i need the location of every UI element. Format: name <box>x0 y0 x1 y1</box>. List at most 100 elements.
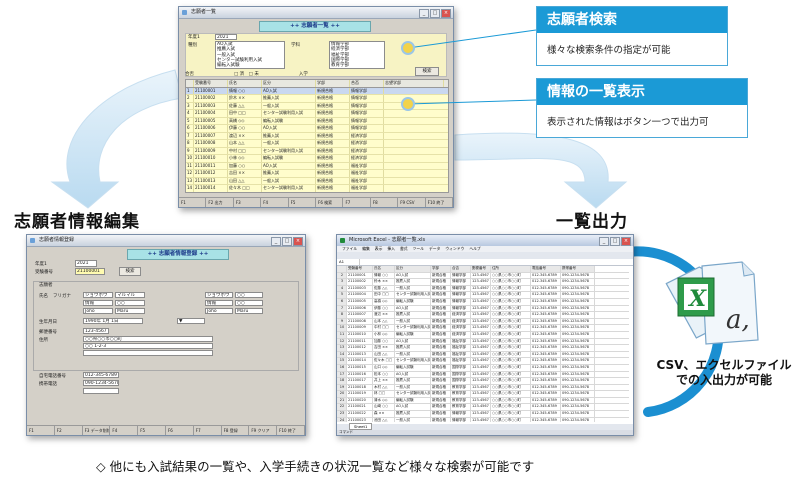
sheet-cell[interactable]: 090-1234-5678 <box>561 384 595 391</box>
sheet-cell[interactable]: ○○県○○市○○町 <box>491 358 531 364</box>
sheet-cell[interactable]: 090-1234-5678 <box>561 378 595 384</box>
fkey-button[interactable]: F7 <box>194 426 222 435</box>
menu-item[interactable]: 表示 <box>375 246 383 251</box>
sheet-cell[interactable]: 推薦入試 <box>395 345 431 351</box>
row-number[interactable]: 14 <box>337 351 347 358</box>
close-button[interactable]: × <box>621 237 631 246</box>
sheet-cell[interactable]: 情報学部 <box>451 417 471 422</box>
sheet-cell[interactable]: ○○県○○市○○町 <box>491 285 531 292</box>
row-number[interactable]: 7 <box>337 305 347 312</box>
row-number[interactable]: 10 <box>337 325 347 331</box>
sheet-cell[interactable]: 21100021 <box>347 404 373 411</box>
birth-field[interactable]: 1990年 1月 1日 <box>83 318 143 324</box>
fkey-button[interactable]: F5 <box>138 426 166 435</box>
sheet-cell[interactable]: センター試験利用入試 <box>395 391 431 397</box>
sheet-cell[interactable]: 012-345-6789 <box>531 312 561 318</box>
sheet-row[interactable]: 17 21100016 松本 ○○ AO入試 新規合格 国際学部 123-4567 ○○県○○… <box>337 371 629 379</box>
sheet-cell[interactable]: 編転入試験 <box>395 331 431 338</box>
sheet-cell[interactable]: ○○県○○市○○町 <box>491 272 531 279</box>
sheet-cell[interactable]: 推薦入試 <box>395 279 431 285</box>
sheet-cell[interactable]: AO入試 <box>395 338 431 345</box>
sheet-row[interactable]: 14 21100013 山田 △△ 一般入試 新規合格 福祉学部 123-4567 ○○県○○… <box>337 351 629 359</box>
sheet-tab[interactable]: Sheet1 <box>349 423 373 430</box>
sheet-cell[interactable]: 012-345-6789 <box>531 391 561 397</box>
sheet-cell[interactable]: 090-1234-5678 <box>561 285 595 292</box>
column-header[interactable]: 住所 <box>491 266 531 272</box>
sheet-row[interactable]: 8 21100007 渡辺 ×× 推薦入試 新規合格 経済学部 123-4567 ○○県○○市… <box>337 312 629 319</box>
sheet-cell[interactable]: 012-345-6789 <box>531 404 561 411</box>
sheet-row[interactable]: 6 21100005 高橋 ◇◇ 編転入試験 新規合格 情報学部 123-4567 ○○県○○… <box>337 298 629 306</box>
sheet-cell[interactable]: 新規合格 <box>431 417 451 422</box>
sheet-cell[interactable]: 林 □□ <box>373 391 395 397</box>
column-header[interactable]: 区分 <box>395 266 431 272</box>
sheet-cell[interactable]: 21100023 <box>347 417 373 422</box>
minimize-button[interactable]: _ <box>271 237 281 246</box>
fkey-button[interactable]: F6 <box>166 426 194 435</box>
sheet-cell[interactable]: 田中 □□ <box>373 292 395 298</box>
sheet-cell[interactable]: 21100015 <box>347 364 373 371</box>
sheet-row[interactable]: 9 21100008 山本 △△ 一般入試 新規合格 経済学部 123-4567 ○○県○○市… <box>337 318 629 326</box>
sheet-cell[interactable]: 21100010 <box>347 331 373 338</box>
sheet-cell[interactable]: ○○県○○市○○町 <box>491 318 531 325</box>
mobile-field[interactable]: 090-1234-5678 <box>83 380 119 386</box>
sheet-row[interactable]: 5 21100004 田中 □□ センター試験利用入試 新規合格 情報学部 123-4567… <box>337 292 629 299</box>
menu-item[interactable]: ヘルプ <box>469 246 480 251</box>
sheet-cell[interactable]: 090-1234-5678 <box>561 272 595 279</box>
sheet-cell[interactable]: 経済学部 <box>451 331 471 338</box>
sheet-cell[interactable]: 新規合格 <box>431 338 451 345</box>
guardian-kana2-field[interactable]: ○○ <box>235 292 263 298</box>
row-number[interactable]: 12 <box>337 338 347 345</box>
sheet-row[interactable]: 2 21100001 情報 ○○ AO入試 新規合格 情報学部 123-4567 ○○県○○市… <box>337 272 629 280</box>
sheet-cell[interactable]: 21100002 <box>347 279 373 285</box>
fkey-button[interactable]: F4 <box>110 426 139 435</box>
sheet-row[interactable]: 10 21100009 中村 □□ センター試験利用入試 新規合格 経済学部 123-456… <box>337 325 629 332</box>
sheet-cell[interactable]: 中村 □□ <box>373 325 395 331</box>
sheet-cell[interactable]: 123-4567 <box>471 298 491 305</box>
minimize-button[interactable]: _ <box>599 237 609 246</box>
sheet-cell[interactable]: 123-4567 <box>471 378 491 384</box>
given-kana-field[interactable]: マルマル <box>115 292 145 298</box>
sheet-cell[interactable]: 123-4567 <box>471 397 491 404</box>
sheet-cell[interactable]: 教育学部 <box>451 391 471 397</box>
sheet-cell[interactable]: AO入試 <box>395 371 431 378</box>
sheet-cell[interactable]: ○○県○○市○○町 <box>491 417 531 422</box>
sheet-cell[interactable]: 012-345-6789 <box>531 371 561 378</box>
sheet-cell[interactable]: 新規合格 <box>431 391 451 397</box>
sheet-cell[interactable]: 新規合格 <box>431 298 451 305</box>
sheet-cell[interactable]: 一般入試 <box>395 318 431 325</box>
close-button[interactable]: × <box>293 237 303 246</box>
sheet-row[interactable]: 13 21100012 吉田 ×× 推薦入試 新規合格 福祉学部 123-4567 ○○県○○… <box>337 345 629 352</box>
sheet-cell[interactable]: ○○県○○市○○町 <box>491 391 531 397</box>
sheet-cell[interactable]: 情報学部 <box>451 292 471 298</box>
sheet-cell[interactable]: 編転入試験 <box>395 364 431 371</box>
row-number[interactable]: 2 <box>337 272 347 279</box>
sheet-row[interactable]: 15 21100014 佐々木 □□ センター試験利用入試 新規合格 福祉学部 123-45… <box>337 358 629 365</box>
sheet-cell[interactable]: 123-4567 <box>471 345 491 351</box>
sheet-cell[interactable]: ○○県○○市○○町 <box>491 279 531 285</box>
sheet-cell[interactable]: 090-1234-5678 <box>561 391 595 397</box>
sheet-row[interactable]: 20 21100019 林 □□ センター試験利用入試 新規合格 教育学部 123-4567… <box>337 391 629 398</box>
sheet-cell[interactable]: 090-1234-5678 <box>561 411 595 417</box>
sheet-cell[interactable]: 123-4567 <box>471 272 491 279</box>
sheet-cell[interactable]: 新規合格 <box>431 384 451 391</box>
sheet-cell[interactable]: 123-4567 <box>471 404 491 411</box>
sheet-cell[interactable]: 新規合格 <box>431 371 451 378</box>
row-number[interactable]: 6 <box>337 298 347 305</box>
sheet-cell[interactable]: 山田 △△ <box>373 351 395 358</box>
sheet-cell[interactable]: 123-4567 <box>471 391 491 397</box>
sheet-cell[interactable]: 国際学部 <box>451 378 471 384</box>
sheet-cell[interactable]: 渡辺 ×× <box>373 312 395 318</box>
sheet-row[interactable]: 24 21100023 池田 △△ 一般入試 新規合格 情報学部 123-4567 ○○県○○… <box>337 417 629 422</box>
sheet-cell[interactable]: 012-345-6789 <box>531 325 561 331</box>
sheet-cell[interactable]: 一般入試 <box>395 351 431 358</box>
column-header[interactable]: 合否 <box>451 266 471 272</box>
sheet-cell[interactable]: 小林 ◇◇ <box>373 331 395 338</box>
sheet-cell[interactable]: 012-345-6789 <box>531 417 561 422</box>
row-number[interactable]: 24 <box>337 417 347 422</box>
row-number[interactable]: 4 <box>337 285 347 292</box>
sheet-cell[interactable]: 012-345-6789 <box>531 305 561 312</box>
sheet-cell[interactable]: 一般入試 <box>395 417 431 422</box>
sheet-cell[interactable]: ○○県○○市○○町 <box>491 371 531 378</box>
sheet-cell[interactable]: 21100011 <box>347 338 373 345</box>
sheet-cell[interactable]: 加藤 ○○ <box>373 338 395 345</box>
